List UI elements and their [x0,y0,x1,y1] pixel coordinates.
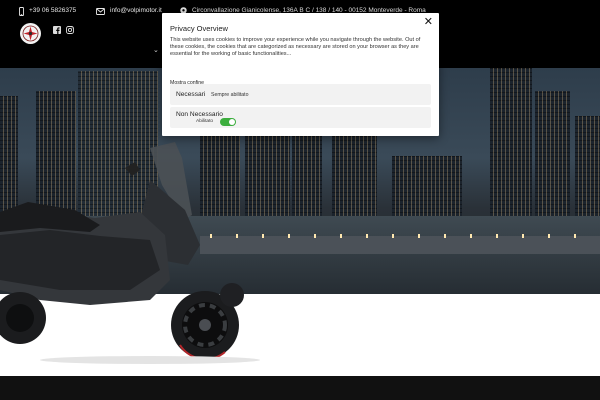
phone-icon [19,6,24,16]
pier-lights [210,234,600,238]
social-links [53,21,74,34]
phone-number: +39 06 5826375 [29,7,77,14]
logo-mark-icon [21,24,40,43]
city-building [332,126,377,216]
footer-band [0,376,600,400]
city-building [292,134,322,216]
cookie-toggle-switch[interactable] [220,118,236,126]
chevron-down-icon[interactable]: ⌄ [153,46,159,54]
site-logo[interactable] [20,23,41,44]
category-name: Non Necessario [176,111,223,118]
cookie-category-necessary[interactable]: Necessari Sempre abilitato [170,84,431,105]
pier [200,236,600,254]
facebook-icon[interactable] [53,21,61,34]
modal-description: This website uses cookies to improve you… [170,37,421,58]
close-icon[interactable]: ✕ [424,16,433,28]
email-address: info@volpimotor.it [110,7,162,14]
contact-email[interactable]: info@volpimotor.it [96,6,162,16]
instagram-icon[interactable] [66,21,74,34]
category-name: Necessari [176,91,206,98]
city-building [490,68,532,216]
city-building [535,91,570,216]
category-status: Abilitato [196,119,214,124]
city-building [575,116,600,216]
envelope-icon [96,7,105,15]
category-status: Sempre abilitato [211,91,249,98]
cookie-consent-modal: Privacy Overview ✕ This website uses coo… [162,13,439,136]
scooter-image [0,142,260,364]
city-building [392,156,462,216]
modal-title: Privacy Overview [170,24,228,33]
cookie-category-non-necessary[interactable]: Non Necessario Abilitato [170,107,431,128]
contact-phone[interactable]: +39 06 5826375 [19,6,76,16]
